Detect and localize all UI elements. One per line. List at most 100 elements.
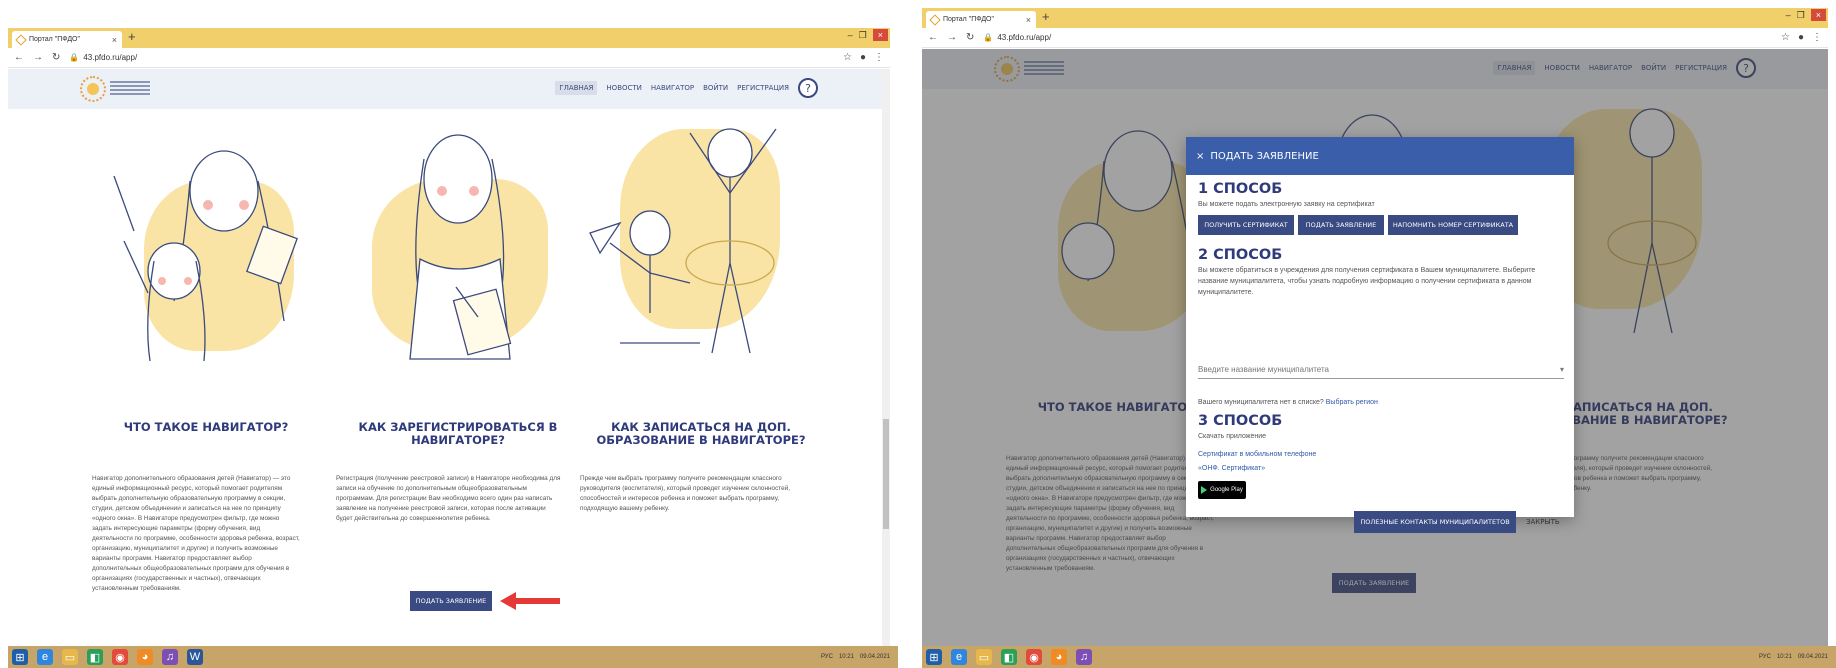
- browser-actions: ☆ ● ⋮: [843, 52, 884, 63]
- windows-taskbar: ⊞ e ▭ ◧ ◉ ◕ ♫ W РУС 10:21 09.04.2021: [8, 646, 898, 668]
- windows-taskbar: ⊞ e ▭ ◧ ◉ ◕ ♫ РУС 10:21 09.04.2021: [922, 646, 1836, 668]
- word-icon[interactable]: W: [187, 649, 203, 665]
- file-explorer-icon[interactable]: ▭: [62, 649, 78, 665]
- nav-login[interactable]: ВОЙТИ: [703, 84, 728, 92]
- missing-municipality-row: Вашего муниципалитета нет в списке? Выбр…: [1198, 397, 1558, 408]
- window-controls: – ❐ ×: [848, 29, 888, 41]
- choose-region-link[interactable]: Выбрать регион: [1326, 399, 1378, 406]
- tab-title: Портал "ПФДО": [29, 36, 80, 43]
- chrome-icon[interactable]: ◉: [1026, 649, 1042, 665]
- column-title-enroll: КАК ЗАПИСАТЬСЯ НА ДОП. ОБРАЗОВАНИЕ В НАВ…: [596, 420, 806, 447]
- column-text-enroll: Прежде чем выбрать программу получите ре…: [580, 475, 791, 512]
- address-bar[interactable]: 🔒 43.pfdo.ru/app/: [69, 53, 834, 62]
- tray-lang[interactable]: РУС: [821, 654, 833, 660]
- browser-tab-strip: Портал "ПФДО" × + – ❐ ×: [922, 8, 1828, 28]
- file-explorer-icon[interactable]: ▭: [976, 649, 992, 665]
- google-play-icon: [1201, 486, 1208, 494]
- internet-explorer-icon[interactable]: e: [951, 649, 967, 665]
- close-window-button[interactable]: ×: [872, 29, 888, 41]
- system-tray: РУС 10:21 09.04.2021: [821, 654, 894, 660]
- windows-start-icon[interactable]: ⊞: [12, 649, 28, 665]
- address-bar-row: ← → ↻ 🔒 43.pfdo.ru/app/ ☆ ● ⋮: [8, 48, 890, 68]
- column-title-what-is: ЧТО ТАКОЕ НАВИГАТОР?: [123, 420, 289, 434]
- profile-icon[interactable]: ●: [860, 52, 866, 63]
- reload-icon[interactable]: ↻: [966, 32, 974, 43]
- way2-heading: 2 СПОСОБ: [1198, 247, 1283, 263]
- url-text: 43.pfdo.ru/app/: [83, 53, 138, 62]
- remind-certificate-number-button[interactable]: НАПОМНИТЬ НОМЕР СЕРТИФИКАТА: [1388, 215, 1518, 235]
- profile-icon[interactable]: ●: [1798, 32, 1804, 43]
- tray-time: 10:21: [838, 654, 854, 660]
- menu-dots-icon[interactable]: ⋮: [1812, 32, 1822, 43]
- submit-application-modal-button[interactable]: ПОДАТЬ ЗАЯВЛЕНИЕ: [1298, 215, 1384, 235]
- column-title-register: КАК ЗАРЕГИСТРИРОВАТЬСЯ В НАВИГАТОРЕ?: [358, 420, 558, 447]
- tray-lang[interactable]: РУС: [1759, 654, 1771, 660]
- dialog-close-button[interactable]: ЗАКРЫТЬ: [1526, 518, 1560, 526]
- browser-tab[interactable]: Портал "ПФДО" ×: [926, 11, 1036, 28]
- way3-heading: 3 СПОСОБ: [1198, 413, 1283, 429]
- restore-button[interactable]: ❐: [859, 30, 867, 41]
- store-icon[interactable]: ◧: [1001, 649, 1017, 665]
- site-header: ГЛАВНАЯ НОВОСТИ НАВИГАТОР ВОЙТИ РЕГИСТРА…: [8, 69, 890, 109]
- submit-application-button[interactable]: ПОДАТЬ ЗАЯВЛЕНИЕ: [410, 591, 492, 611]
- internet-explorer-icon[interactable]: e: [37, 649, 53, 665]
- onf-certificate-link[interactable]: «ОНФ. Сертификат»: [1198, 465, 1265, 472]
- browser-tab[interactable]: Портал "ПФДО" ×: [12, 31, 122, 48]
- help-button[interactable]: ?: [798, 78, 818, 98]
- media-app-icon[interactable]: ♫: [1076, 649, 1092, 665]
- new-tab-button[interactable]: +: [128, 29, 136, 44]
- forward-icon[interactable]: →: [947, 32, 957, 43]
- google-play-badge[interactable]: Google Play: [1198, 481, 1246, 499]
- minimize-button[interactable]: –: [848, 30, 853, 40]
- chrome-icon[interactable]: ◉: [112, 649, 128, 665]
- menu-dots-icon[interactable]: ⋮: [874, 52, 884, 63]
- nav-home[interactable]: ГЛАВНАЯ: [555, 81, 598, 95]
- tray-time: 10:21: [1776, 654, 1792, 660]
- window-controls: – ❐ ×: [1786, 9, 1826, 21]
- page-viewport: ГЛАВНАЯ НОВОСТИ НАВИГАТОР ВОЙТИ РЕГИСТРА…: [922, 49, 1828, 646]
- restore-button[interactable]: ❐: [1797, 10, 1805, 21]
- missing-municipality-text: Вашего муниципалитета нет в списке?: [1198, 399, 1324, 406]
- forward-icon[interactable]: →: [33, 52, 43, 63]
- browser-actions: ☆ ● ⋮: [1781, 32, 1822, 43]
- bookmark-star-icon[interactable]: ☆: [843, 52, 852, 63]
- page-viewport: ГЛАВНАЯ НОВОСТИ НАВИГАТОР ВОЙТИ РЕГИСТРА…: [8, 69, 890, 646]
- media-app-icon[interactable]: ♫: [162, 649, 178, 665]
- tray-date: 09.04.2021: [1797, 654, 1828, 660]
- municipality-select[interactable]: Введите название муниципалитета ▾: [1198, 361, 1564, 379]
- chevron-down-icon[interactable]: ▾: [1560, 365, 1564, 374]
- system-tray: РУС 10:21 09.04.2021: [1759, 654, 1832, 660]
- dialog-close-icon[interactable]: ×: [1196, 151, 1204, 162]
- way1-text: Вы можете подать электронную заявку на с…: [1198, 201, 1375, 208]
- page-scrollbar[interactable]: [882, 69, 890, 646]
- illustration-woman-writing: [360, 109, 560, 371]
- bookmark-star-icon[interactable]: ☆: [1781, 32, 1790, 43]
- reload-icon[interactable]: ↻: [52, 52, 60, 63]
- windows-start-icon[interactable]: ⊞: [926, 649, 942, 665]
- site-logo[interactable]: [80, 76, 106, 102]
- get-certificate-button[interactable]: ПОЛУЧИТЬ СЕРТИФИКАТ: [1198, 215, 1294, 235]
- tray-date: 09.04.2021: [859, 654, 890, 660]
- new-tab-button[interactable]: +: [1042, 9, 1050, 24]
- firefox-icon[interactable]: ◕: [137, 649, 153, 665]
- mobile-certificate-link[interactable]: Сертификат в мобильном телефоне: [1198, 451, 1316, 458]
- tab-title: Портал "ПФДО": [943, 16, 994, 23]
- nav-register[interactable]: РЕГИСТРАЦИЯ: [737, 84, 789, 92]
- back-icon[interactable]: ←: [14, 52, 24, 63]
- municipal-contacts-button[interactable]: ПОЛЕЗНЫЕ КОНТАКТЫ МУНИЦИПАЛИТЕТОВ: [1354, 511, 1516, 533]
- dialog-title: ПОДАТЬ ЗАЯВЛЕНИЕ: [1210, 150, 1319, 162]
- back-icon[interactable]: ←: [928, 32, 938, 43]
- nav-news[interactable]: НОВОСТИ: [606, 84, 642, 92]
- address-bar[interactable]: 🔒 43.pfdo.ru/app/: [983, 33, 1772, 42]
- firefox-icon[interactable]: ◕: [1051, 649, 1067, 665]
- minimize-button[interactable]: –: [1786, 10, 1791, 20]
- tab-close-icon[interactable]: ×: [1026, 15, 1031, 25]
- site-favicon-icon: [15, 33, 27, 46]
- scrollbar-thumb[interactable]: [883, 419, 889, 529]
- nav-navigator[interactable]: НАВИГАТОР: [651, 84, 694, 92]
- tab-close-icon[interactable]: ×: [112, 35, 117, 45]
- url-text: 43.pfdo.ru/app/: [997, 33, 1052, 42]
- close-window-button[interactable]: ×: [1810, 9, 1826, 21]
- illustration-kids-activities: [580, 113, 816, 371]
- store-icon[interactable]: ◧: [87, 649, 103, 665]
